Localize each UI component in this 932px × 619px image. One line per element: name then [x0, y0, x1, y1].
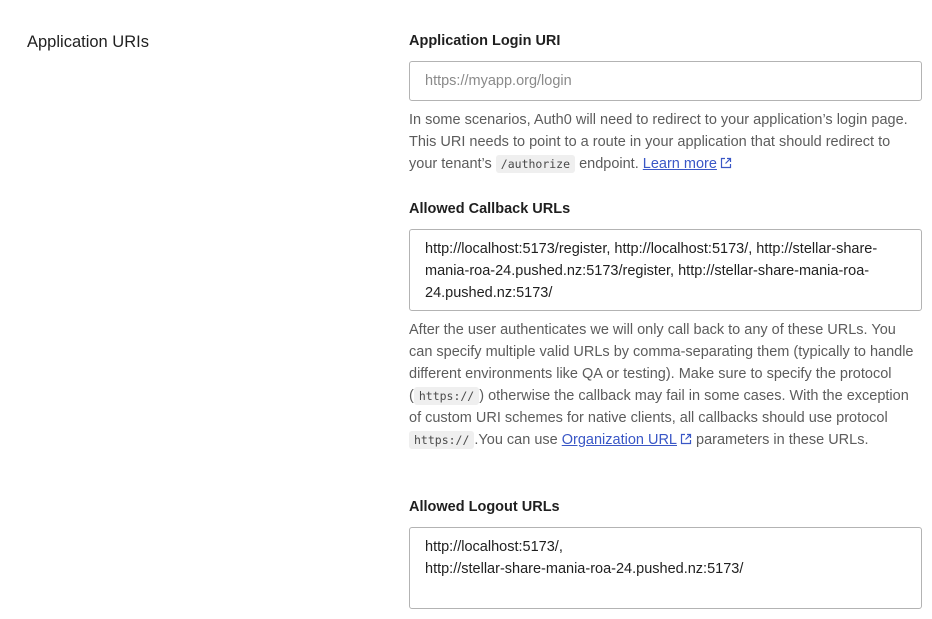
callback-help-text-3: .You can use — [474, 432, 562, 448]
callback-urls-label: Allowed Callback URLs — [409, 201, 571, 217]
login-uri-input[interactable] — [409, 61, 922, 101]
learn-more-link[interactable]: Learn more — [643, 156, 732, 172]
organization-url-label: Organization URL — [561, 432, 677, 448]
logout-urls-label: Allowed Logout URLs — [409, 499, 560, 515]
callback-urls-help: After the user authenticates we will onl… — [409, 319, 922, 451]
login-uri-help: In some scenarios, Auth0 will need to re… — [409, 109, 922, 175]
external-link-icon — [720, 157, 732, 169]
callback-urls-textarea[interactable]: http://localhost:5173/register, http://l… — [409, 229, 922, 311]
organization-url-link[interactable]: Organization URL — [562, 432, 692, 448]
https-code: https:// — [413, 387, 480, 405]
login-uri-label: Application Login URI — [409, 33, 561, 49]
external-link-icon — [680, 433, 692, 445]
learn-more-label: Learn more — [642, 156, 717, 172]
logout-urls-textarea[interactable]: http://localhost:5173/, http://stellar-s… — [409, 527, 922, 609]
login-uri-help-text-2: endpoint. — [575, 156, 643, 172]
section-title: Application URIs — [27, 33, 149, 51]
https-code: https:// — [409, 431, 475, 449]
authorize-code: /authorize — [495, 155, 576, 173]
callback-help-text-4: parameters in these URLs. — [691, 432, 869, 448]
callback-help-text-2: ) otherwise the callback may fail in som… — [409, 388, 909, 426]
